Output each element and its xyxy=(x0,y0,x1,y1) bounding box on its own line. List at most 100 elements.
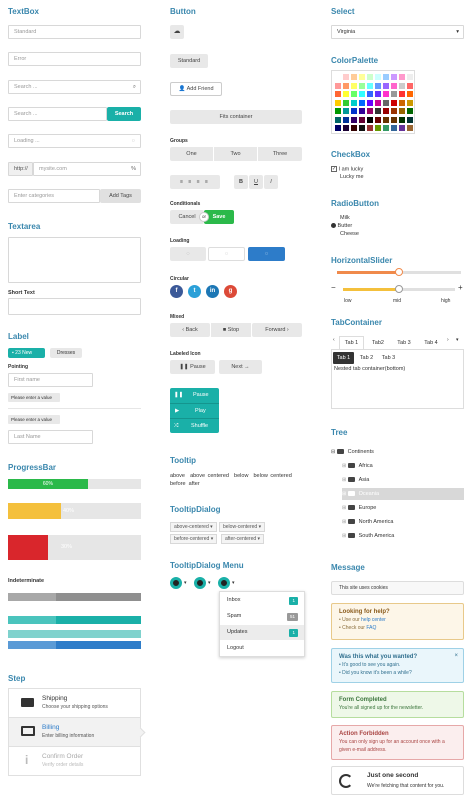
color-swatch[interactable] xyxy=(351,116,357,123)
categories-input[interactable]: Enter categories xyxy=(8,189,100,203)
bold-button[interactable]: B xyxy=(234,175,248,189)
tree-root[interactable]: ⊟ Continents xyxy=(331,446,374,458)
pause-vertical-button[interactable]: ❚❚ Pause xyxy=(170,388,219,403)
state-select[interactable]: Virginia ▾ xyxy=(331,25,464,39)
color-swatch[interactable] xyxy=(351,74,357,80)
color-swatch[interactable] xyxy=(351,99,357,106)
step-billing[interactable]: Billing Enter billing information xyxy=(8,717,146,747)
color-swatch[interactable] xyxy=(367,99,373,106)
color-swatch[interactable] xyxy=(367,82,373,89)
tab-1[interactable]: Tab 1 xyxy=(339,336,364,350)
color-swatch[interactable] xyxy=(351,125,357,131)
color-swatch[interactable] xyxy=(335,116,341,123)
color-swatch[interactable] xyxy=(407,74,413,80)
forward-button[interactable]: Forward › xyxy=(252,323,302,337)
inner-tab-1[interactable]: Tab 1 xyxy=(333,352,354,364)
color-swatch[interactable] xyxy=(335,125,341,131)
color-swatch[interactable] xyxy=(359,116,365,123)
color-swatch[interactable] xyxy=(383,74,389,80)
color-swatch[interactable] xyxy=(359,99,365,106)
expand-icon[interactable]: ⊟ xyxy=(331,449,337,455)
add-friend-button[interactable]: 👤 Add Friend xyxy=(170,82,222,96)
menu-item-spam[interactable]: Spam 51 xyxy=(220,609,304,624)
expand-icon[interactable]: ⊞ xyxy=(342,519,348,525)
back-button[interactable]: ‹ Back xyxy=(170,323,210,337)
avatar[interactable] xyxy=(194,577,206,589)
below-centered-dropdown[interactable]: below-centered ▾ xyxy=(219,522,266,532)
color-swatch[interactable] xyxy=(391,82,397,89)
error-input[interactable]: Error xyxy=(8,52,141,66)
tab-2[interactable]: Tab2 xyxy=(367,337,389,349)
expand-icon[interactable]: ⊞ xyxy=(342,505,348,511)
color-swatch[interactable] xyxy=(367,74,373,80)
color-swatch[interactable] xyxy=(375,99,381,106)
radio-butter[interactable]: Butter xyxy=(331,223,352,229)
slider-1-track[interactable] xyxy=(337,268,461,276)
color-swatch[interactable] xyxy=(359,108,365,114)
tree-item-oceania[interactable]: ⊞ Oceania xyxy=(342,488,464,500)
color-swatch[interactable] xyxy=(391,99,397,106)
color-swatch[interactable] xyxy=(407,116,413,123)
radio-milk[interactable]: Milk xyxy=(340,215,350,221)
color-swatch[interactable] xyxy=(343,125,349,131)
checkbox-checked-icon[interactable]: ✓ xyxy=(331,166,337,172)
facebook-icon[interactable]: f xyxy=(170,285,183,298)
last-name-input[interactable]: Last Name xyxy=(8,430,93,444)
color-swatch[interactable] xyxy=(399,108,405,114)
avatar[interactable] xyxy=(218,577,230,589)
checkbox-lucky[interactable]: ✓ I am lucky xyxy=(331,166,363,172)
slider-1-handle[interactable] xyxy=(395,268,403,276)
tooltip-below[interactable]: below xyxy=(234,473,248,479)
menu-item-updates[interactable]: Updates 1 xyxy=(220,625,304,640)
color-swatch[interactable] xyxy=(335,108,341,114)
color-swatch[interactable] xyxy=(407,91,413,97)
inner-tab-2[interactable]: Tab 2 xyxy=(356,352,377,364)
color-swatch[interactable] xyxy=(335,74,341,80)
color-swatch[interactable] xyxy=(367,91,373,97)
color-swatch[interactable] xyxy=(399,99,405,106)
tooltip-above[interactable]: above xyxy=(170,473,185,479)
step-confirm[interactable]: i Confirm Order Verify order details xyxy=(8,746,141,776)
color-swatch[interactable] xyxy=(383,116,389,123)
loading-input[interactable]: Loading ... ◌ xyxy=(8,134,141,148)
chevron-down-icon[interactable]: ▾ xyxy=(456,337,459,343)
after-centered-dropdown[interactable]: after-centered ▾ xyxy=(221,534,265,544)
tab-4[interactable]: Tab 4 xyxy=(420,337,442,349)
radio-cheese[interactable]: Cheese xyxy=(340,231,359,237)
shuffle-vertical-button[interactable]: ⤮ Shuffle xyxy=(170,418,219,433)
url-input[interactable]: mysite.com % xyxy=(33,162,141,176)
color-swatch[interactable] xyxy=(391,91,397,97)
loading-button-2[interactable]: ◌ xyxy=(208,247,245,261)
twitter-icon[interactable]: t xyxy=(188,285,201,298)
color-swatch[interactable] xyxy=(407,108,413,114)
search-with-button-input[interactable]: Search ... xyxy=(8,107,107,121)
color-swatch[interactable] xyxy=(375,108,381,114)
color-swatch[interactable] xyxy=(383,82,389,89)
tree-item-europe[interactable]: ⊞ Europe xyxy=(342,502,376,514)
tab-3[interactable]: Tab 3 xyxy=(393,337,415,349)
underline-button[interactable]: U xyxy=(249,175,263,189)
color-swatch[interactable] xyxy=(343,82,349,89)
slider-2-handle[interactable] xyxy=(395,285,403,293)
tree-item-asia[interactable]: ⊞ Asia xyxy=(342,474,369,486)
slider-plus-button[interactable]: + xyxy=(458,284,463,292)
color-swatch[interactable] xyxy=(359,82,365,89)
color-swatch[interactable] xyxy=(407,82,413,89)
stop-button[interactable]: ■ Stop xyxy=(211,323,251,337)
tree-item-south-america[interactable]: ⊞ South America xyxy=(342,530,394,542)
color-swatch[interactable] xyxy=(343,108,349,114)
search-icon[interactable]: ⌕ xyxy=(133,81,136,93)
inner-tab-3[interactable]: Tab 3 xyxy=(378,352,399,364)
color-swatch[interactable] xyxy=(343,116,349,123)
first-name-input[interactable]: First name xyxy=(8,373,93,387)
color-swatch[interactable] xyxy=(359,91,365,97)
color-swatch[interactable] xyxy=(375,91,381,97)
color-swatch[interactable] xyxy=(359,125,365,131)
google-plus-icon[interactable]: g xyxy=(224,285,237,298)
color-swatch[interactable] xyxy=(391,74,397,80)
color-swatch[interactable] xyxy=(399,91,405,97)
group-button-two[interactable]: Two xyxy=(214,147,257,161)
color-swatch[interactable] xyxy=(367,108,373,114)
color-swatch[interactable] xyxy=(343,91,349,97)
tooltip-below-centered[interactable]: below centered xyxy=(253,473,291,479)
